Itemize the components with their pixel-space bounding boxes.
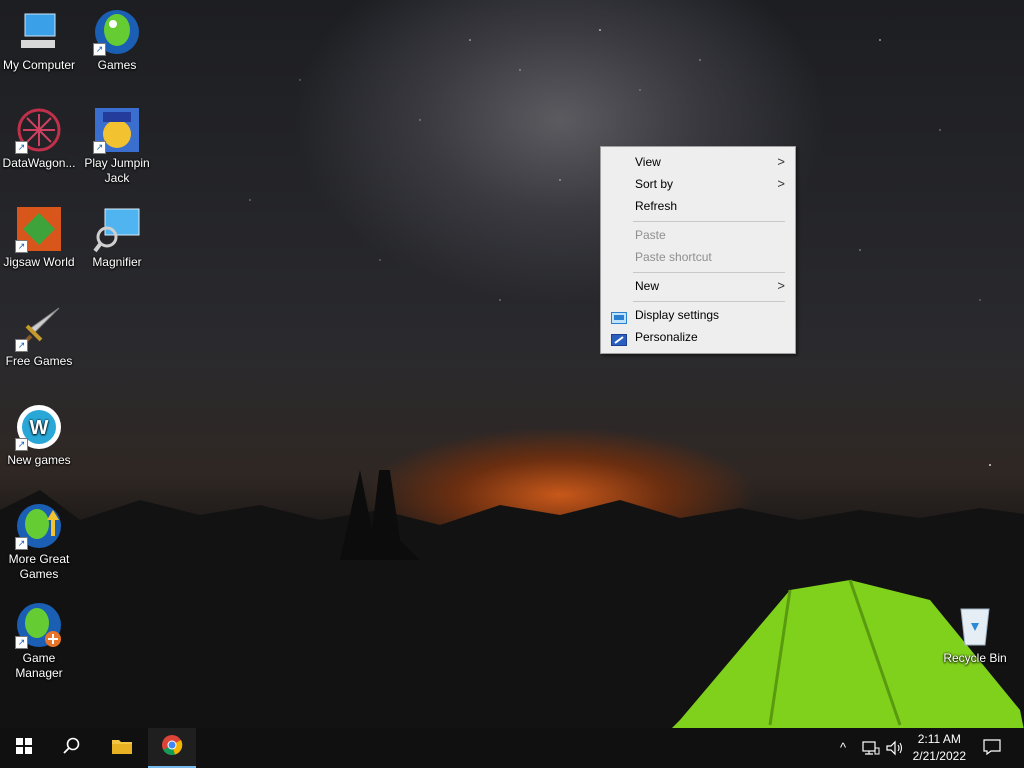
taskbar-clock[interactable]: 2:11 AM 2/21/2022 xyxy=(913,731,966,765)
chevron-right-icon: > xyxy=(777,278,785,293)
desktop-icon-label: Magnifier xyxy=(92,255,142,269)
file-explorer-icon xyxy=(111,737,133,760)
jumpin-jack-icon: ↗ xyxy=(93,106,141,154)
shortcut-arrow-icon: ↗ xyxy=(15,438,28,451)
menu-item-new[interactable]: New > xyxy=(601,275,795,297)
menu-item-label: Paste xyxy=(635,228,666,242)
desktop-icon-label: More Great Games xyxy=(8,552,70,581)
desktop-icon-datawagon[interactable]: ↗ DataWagon... xyxy=(0,106,78,171)
desktop-icon-label: Recycle Bin xyxy=(943,651,1007,665)
recycle-bin-icon xyxy=(951,601,999,649)
desktop-icon-my-computer[interactable]: My Computer xyxy=(0,8,78,73)
more-games-icon: ↗ xyxy=(15,502,63,550)
desktop-icon-label: Jigsaw World xyxy=(3,255,75,269)
desktop-icon-label: Game Manager xyxy=(15,651,63,680)
menu-item-label: Display settings xyxy=(635,308,720,322)
menu-item-sort-by[interactable]: Sort by > xyxy=(601,173,795,195)
datawagon-icon: ↗ xyxy=(15,106,63,154)
desktop-icon-free-games[interactable]: ↗ Free Games xyxy=(0,304,78,369)
w-logo-icon: W ↗ xyxy=(15,403,63,451)
magnifier-icon xyxy=(93,205,141,253)
jigsaw-icon: ↗ xyxy=(15,205,63,253)
desktop-icon-jigsaw-world[interactable]: ↗ Jigsaw World xyxy=(0,205,78,270)
svg-text:W: W xyxy=(30,417,49,439)
shortcut-arrow-icon: ↗ xyxy=(15,141,28,154)
windows-start-icon xyxy=(16,737,32,759)
volume-icon[interactable] xyxy=(886,740,904,759)
menu-item-personalize[interactable]: Personalize xyxy=(601,326,795,348)
menu-item-display-settings[interactable]: Display settings xyxy=(601,304,795,326)
network-icon[interactable] xyxy=(862,740,880,759)
desktop-icon-label: DataWagon... xyxy=(2,156,76,170)
sword-icon: ↗ xyxy=(15,304,63,352)
menu-item-label: New xyxy=(635,279,660,293)
desktop-icon-game-manager[interactable]: ↗ Game Manager xyxy=(0,601,78,681)
desktop-icon-magnifier[interactable]: Magnifier xyxy=(78,205,156,270)
menu-item-refresh[interactable]: Refresh xyxy=(601,195,795,217)
desktop-icon-label: My Computer xyxy=(2,58,76,72)
desktop-icon-label: Play Jumpin Jack xyxy=(84,156,150,185)
menu-item-label: Sort by xyxy=(635,177,674,191)
search-button[interactable] xyxy=(48,728,96,768)
shortcut-arrow-icon: ↗ xyxy=(93,43,106,56)
personalize-icon xyxy=(611,331,627,346)
menu-item-label: Paste shortcut xyxy=(635,250,712,264)
menu-item-label: View xyxy=(635,155,661,169)
shortcut-arrow-icon: ↗ xyxy=(15,240,28,253)
shortcut-arrow-icon: ↗ xyxy=(15,537,28,550)
shortcut-arrow-icon: ↗ xyxy=(15,339,28,352)
desktop-icon-label: New games xyxy=(7,453,71,467)
clock-date: 2/21/2022 xyxy=(912,749,966,763)
chevron-right-icon: > xyxy=(777,176,785,191)
menu-item-paste[interactable]: Paste xyxy=(601,224,795,246)
notifications-icon[interactable] xyxy=(983,739,1001,758)
menu-item-label: Personalize xyxy=(635,330,698,344)
desktop-icon-new-games[interactable]: W ↗ New games xyxy=(0,403,78,468)
taskbar: ^ 2:11 AM 2/21/2022 xyxy=(0,728,1024,768)
computer-icon xyxy=(15,8,63,56)
menu-item-paste-shortcut[interactable]: Paste shortcut xyxy=(601,246,795,268)
shortcut-arrow-icon: ↗ xyxy=(93,141,106,154)
shortcut-arrow-icon: ↗ xyxy=(15,636,28,649)
start-button[interactable] xyxy=(0,728,48,768)
desktop-icon-label: Free Games xyxy=(5,354,73,368)
search-icon xyxy=(63,737,81,760)
clock-time: 2:11 AM xyxy=(917,732,961,746)
menu-separator xyxy=(633,272,785,273)
display-settings-icon xyxy=(611,309,627,324)
game-manager-icon: ↗ xyxy=(15,601,63,649)
menu-separator xyxy=(633,301,785,302)
desktop-context-menu: View > Sort by > Refresh Paste Paste sho… xyxy=(600,146,796,354)
menu-separator xyxy=(633,221,785,222)
tray-overflow-chevron-icon[interactable]: ^ xyxy=(840,740,846,755)
desktop-icon-games[interactable]: ↗ Games xyxy=(78,8,156,73)
desktop-icon-play-jumpin-jack[interactable]: ↗ Play Jumpin Jack xyxy=(78,106,156,186)
menu-item-label: Refresh xyxy=(635,199,678,213)
games-icon: ↗ xyxy=(93,8,141,56)
menu-item-view[interactable]: View > xyxy=(601,151,795,173)
taskbar-chrome[interactable] xyxy=(148,728,196,768)
desktop-icon-more-great-games[interactable]: ↗ More Great Games xyxy=(0,502,78,582)
taskbar-file-explorer[interactable] xyxy=(98,728,146,768)
desktop-icon-recycle-bin[interactable]: Recycle Bin xyxy=(936,601,1014,666)
desktop-icon-label: Games xyxy=(97,58,137,72)
chevron-right-icon: > xyxy=(777,154,785,169)
chrome-icon xyxy=(161,734,183,761)
